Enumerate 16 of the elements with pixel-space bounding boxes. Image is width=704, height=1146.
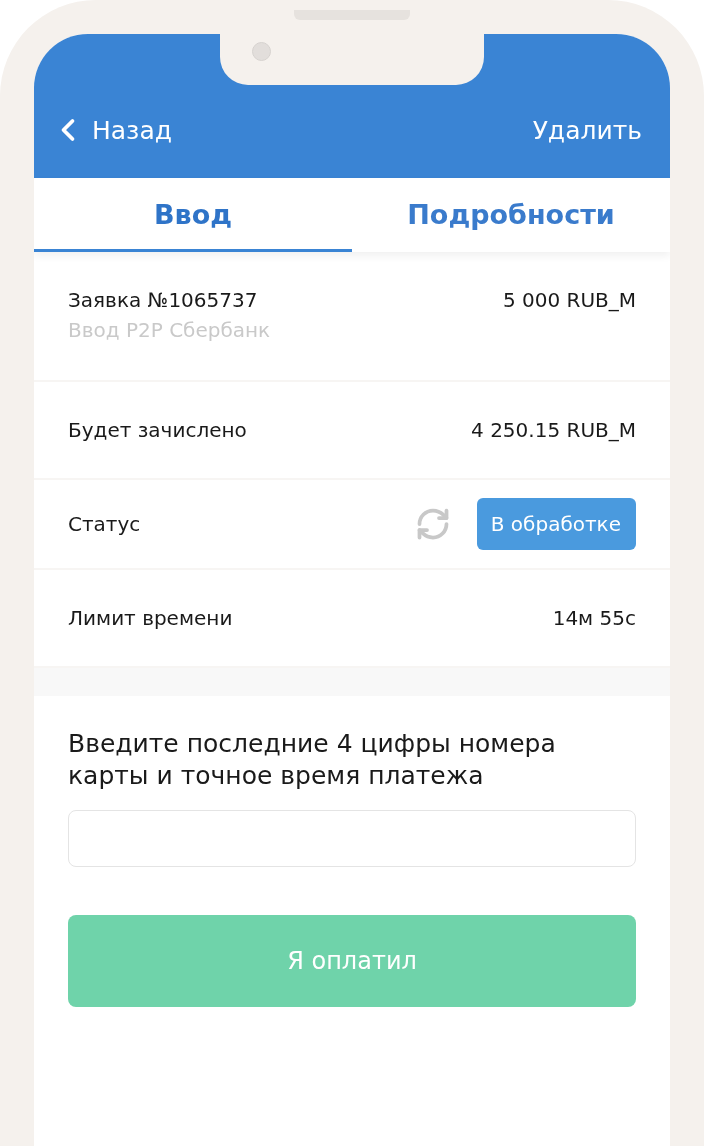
tab[interactable]: Ввод (34, 178, 352, 252)
input-field[interactable] (68, 810, 636, 867)
order-amount: 5 000 RUB_M (502, 288, 636, 312)
back-label: Назад (92, 115, 173, 145)
camera-lens (252, 42, 271, 61)
row-label: Лимит времени (68, 606, 233, 630)
row-label: Статус (68, 512, 141, 536)
row-value: 4 250.15 RUB_M (471, 418, 636, 442)
back-link[interactable]: Назад (50, 112, 173, 148)
row-label: Будет зачислено (68, 418, 247, 442)
order-title: Заявка №1065737 (68, 288, 259, 312)
status-badge: В обработке (476, 498, 636, 550)
delete-link[interactable]: Удалить (532, 115, 642, 145)
form-prompt: Введите последние 4 цифры номера карты и точное время платежа (68, 728, 557, 792)
row-value: 14м 55с (552, 606, 636, 630)
tab[interactable]: Подробности (352, 178, 670, 252)
